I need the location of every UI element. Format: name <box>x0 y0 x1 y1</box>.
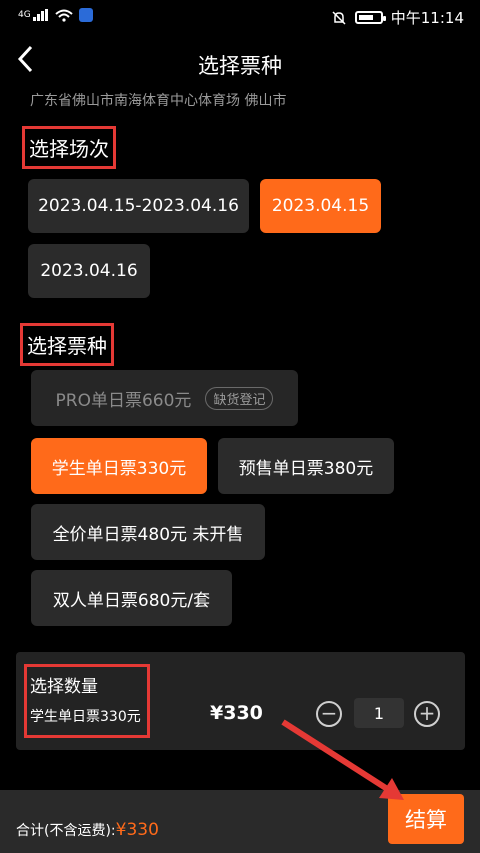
ticket-option-pro-label: PRO单日票660元 <box>55 390 192 411</box>
status-bar: 4G 中午11:14 <box>0 0 480 34</box>
quantity-ticket-name: 学生单日票330元 <box>30 709 141 725</box>
ticket-option-double[interactable]: 双人单日票680元/套 <box>31 570 232 626</box>
ticket-option-pro: PRO单日票660元 缺货登记 <box>31 370 298 426</box>
ticket-option-full[interactable]: 全价单日票480元 未开售 <box>31 504 265 560</box>
network-label: 4G <box>18 10 31 20</box>
signal-icon <box>32 9 48 21</box>
wifi-icon <box>55 9 73 22</box>
quantity-panel: 选择数量 学生单日票330元 ¥330 − 1 + <box>16 652 465 750</box>
session-option-3[interactable]: 2023.04.16 <box>28 244 150 298</box>
waitlist-tag[interactable]: 缺货登记 <box>205 386 274 410</box>
plus-button[interactable]: + <box>414 701 440 727</box>
bell-muted-icon <box>332 10 346 25</box>
quantity-price: ¥330 <box>210 702 263 724</box>
minus-button[interactable]: − <box>316 701 342 727</box>
ticket-option-student[interactable]: 学生单日票330元 <box>31 438 207 494</box>
shield-icon <box>78 8 93 22</box>
ticket-option-presale[interactable]: 预售单日票380元 <box>218 438 394 494</box>
battery-icon <box>354 11 386 24</box>
page-title: 选择票种 <box>198 54 282 78</box>
header: 选择票种 <box>0 40 480 86</box>
quantity-value[interactable]: 1 <box>354 698 404 728</box>
total-summary: 合计(不含运费):¥330 <box>16 820 159 840</box>
quantity-title: 选择数量 <box>30 677 98 697</box>
session-option-2[interactable]: 2023.04.15 <box>260 179 381 233</box>
total-price: ¥330 <box>115 820 159 840</box>
status-time: 中午11:14 <box>390 9 464 27</box>
checkout-button[interactable]: 结算 <box>388 794 464 844</box>
session-option-1[interactable]: 2023.04.15-2023.04.16 <box>28 179 249 233</box>
session-section-title: 选择场次 <box>22 126 116 169</box>
venue-address: 广东省佛山市南海体育中心体育场 佛山市 <box>30 93 287 109</box>
ticket-section-title: 选择票种 <box>20 323 114 366</box>
total-label: 合计(不含运费): <box>16 823 116 839</box>
